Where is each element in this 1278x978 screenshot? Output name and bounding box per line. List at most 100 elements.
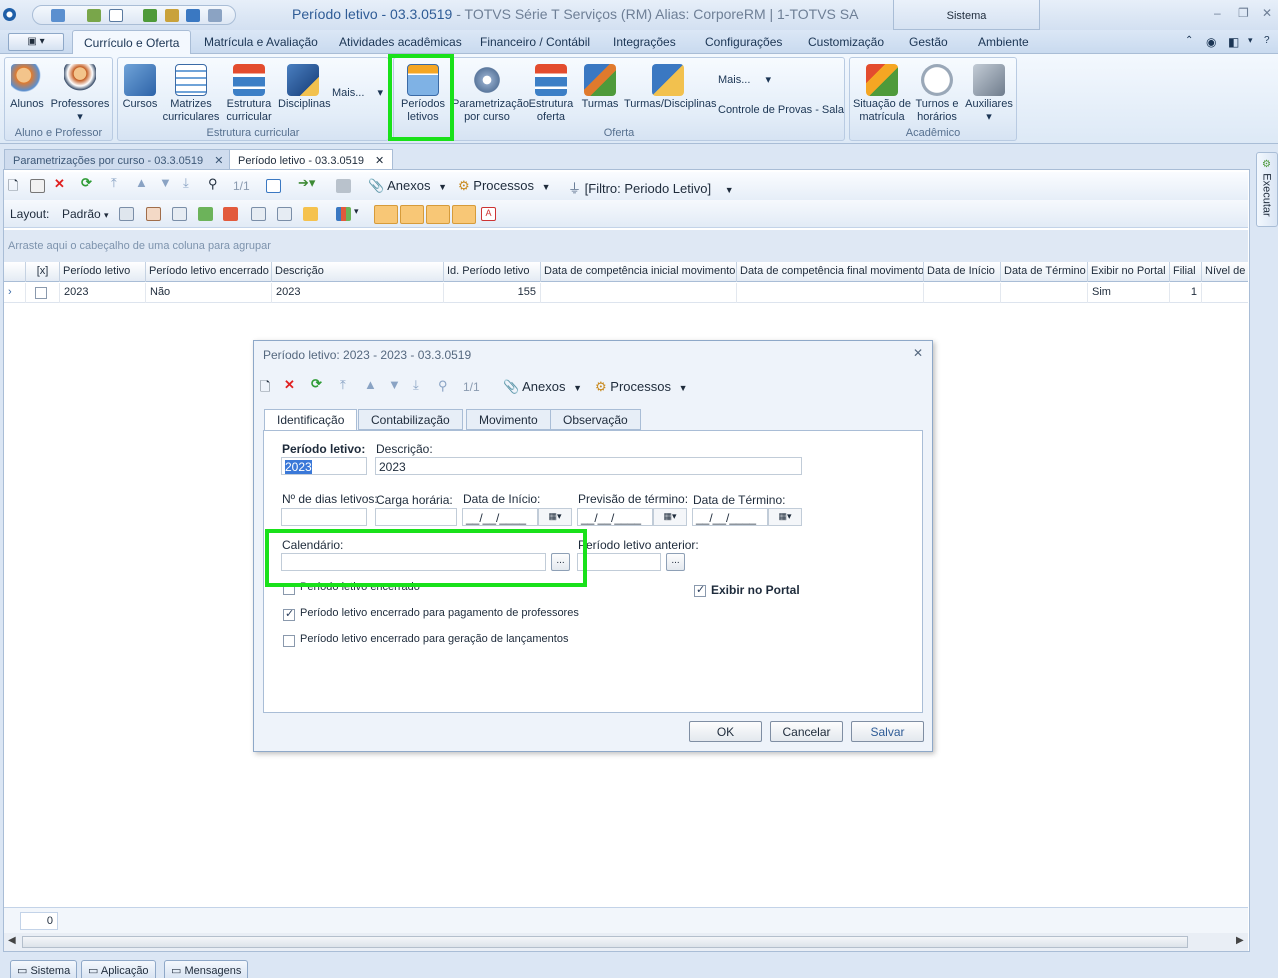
window-icon[interactable]	[109, 9, 123, 22]
previsao-field[interactable]: __/__/____	[577, 508, 653, 526]
layout-columns-icon[interactable]	[172, 207, 187, 221]
doc-tab-parametrizacoes[interactable]: Parametrizações por curso - 03.3.0519 ✕	[4, 149, 233, 171]
first-record-icon[interactable]: ⤒	[111, 175, 117, 191]
periodo-field[interactable]: 2023	[281, 457, 367, 475]
calendar-dropdown-icon[interactable]: ▦▾	[538, 508, 572, 526]
estrutura-oferta-button[interactable]: Estrutura oferta	[526, 64, 576, 124]
executar-panel[interactable]: ⚙ Executar	[1256, 152, 1278, 227]
auxiliares-button[interactable]: Auxiliares ▾	[964, 64, 1014, 124]
layout-export-icon[interactable]	[223, 207, 238, 221]
new-window-icon[interactable]	[87, 9, 101, 22]
mensagens-button[interactable]: ▭ Mensagens	[164, 960, 249, 978]
close-icon[interactable]: ✕	[375, 155, 384, 167]
last-record-icon[interactable]: ⤓	[183, 175, 189, 191]
situacao-matricula-button[interactable]: Situação de matrícula	[852, 64, 912, 124]
tab-observacao[interactable]: Observação	[550, 409, 641, 430]
search-icon[interactable]: ⚲	[208, 176, 218, 192]
estrutura-curricular-button[interactable]: Estrutura curricular	[222, 64, 276, 124]
first-record-icon[interactable]: ⤒	[340, 377, 346, 393]
periodo-anterior-lookup-button[interactable]: ...	[666, 553, 685, 571]
column-data-inicio[interactable]: Data de Início	[924, 262, 1001, 282]
tab-atividades-academicas[interactable]: Atividades acadêmicas	[339, 35, 462, 49]
column-descricao[interactable]: Descrição	[272, 262, 444, 282]
tab-gestao[interactable]: Gestão	[909, 35, 948, 49]
matrizes-button[interactable]: Matrizes curriculares	[162, 64, 220, 124]
app-menu-icon[interactable]: ▣ ▾	[8, 33, 64, 51]
descricao-field[interactable]: 2023	[375, 457, 802, 475]
tab-ambiente[interactable]: Ambiente	[978, 35, 1029, 49]
column-data-termino[interactable]: Data de Término	[1001, 262, 1088, 282]
ok-button[interactable]: OK	[689, 721, 762, 742]
turmas-disciplinas-button[interactable]: Turmas/Disciplinas	[624, 64, 717, 111]
calendar-dropdown-icon[interactable]: ▦▾	[768, 508, 802, 526]
tab-curriculo-oferta[interactable]: Currículo e Oferta	[72, 30, 192, 55]
processos-button[interactable]: ⚙ Processos ▼	[458, 178, 551, 194]
filter-button[interactable]: ⏚ [Filtro: Periodo Letivo] ▼	[568, 178, 734, 197]
turmas-button[interactable]: Turmas	[580, 64, 620, 111]
carga-horaria-field[interactable]	[375, 508, 457, 526]
globe-icon[interactable]	[51, 9, 65, 22]
edit-icon[interactable]	[30, 179, 45, 193]
scroll-right-icon[interactable]: ▶	[1236, 935, 1244, 946]
view-icon-3[interactable]	[426, 205, 450, 224]
mais-oferta-button[interactable]: Mais... ▾	[718, 74, 778, 87]
cancel-button[interactable]: Cancelar	[770, 721, 843, 742]
group-by-area[interactable]: Arraste aqui o cabeçalho de uma coluna p…	[4, 230, 1248, 262]
minimize-icon[interactable]: –	[1214, 6, 1221, 20]
help-icon[interactable]: ?	[1264, 35, 1270, 46]
table-row[interactable]: › 2023 Não 2023 155 Sim 1	[4, 283, 1248, 303]
delete-icon[interactable]: ✕	[284, 377, 295, 393]
tab-integracoes[interactable]: Integrações	[613, 35, 676, 49]
layout-import-icon[interactable]	[198, 207, 213, 221]
scroll-thumb[interactable]	[22, 936, 1188, 948]
new-icon[interactable]: 🗋	[260, 378, 270, 400]
column-competencia-final[interactable]: Data de competência final movimento	[737, 262, 924, 282]
column-encerrado[interactable]: Período letivo encerrado	[146, 262, 272, 282]
close-icon[interactable]: ✕	[1262, 6, 1272, 20]
refresh-icon[interactable]: ⟳	[81, 175, 92, 191]
prev-record-icon[interactable]: ▲	[135, 175, 148, 190]
dropdown-icon[interactable]: ▾	[1248, 35, 1253, 46]
grid-icon[interactable]	[266, 179, 281, 193]
calendar-dropdown-icon[interactable]: ▦▾	[653, 508, 687, 526]
column-nivel[interactable]: Nível de	[1202, 262, 1248, 282]
close-icon[interactable]: ✕	[214, 155, 223, 167]
chevron-down-icon[interactable]: ▾	[354, 206, 359, 217]
column-competencia-inicial[interactable]: Data de competência inicial movimento	[541, 262, 737, 282]
layout-sum-icon[interactable]	[277, 207, 292, 221]
refresh-icon[interactable]: ⟳	[311, 376, 322, 392]
column-id[interactable]: Id. Período letivo	[444, 262, 541, 282]
prev-record-icon[interactable]: ▲	[364, 377, 377, 392]
anexos-button[interactable]: 📎 Anexos ▼	[368, 178, 447, 194]
doc-tab-periodo-letivo[interactable]: Período letivo - 03.3.0519 ✕	[229, 149, 394, 171]
layout-icon[interactable]: ◧	[1228, 35, 1239, 49]
tab-contabilizacao[interactable]: Contabilização	[358, 409, 463, 430]
dialog-anexos-button[interactable]: 📎 Anexos ▼	[503, 379, 582, 395]
app-logo-icon[interactable]	[3, 8, 16, 21]
tab-configuracoes[interactable]: Configurações	[705, 35, 782, 49]
layout-select[interactable]: Padrão ▾	[62, 207, 109, 221]
row-checkbox[interactable]	[35, 287, 47, 299]
scroll-left-icon[interactable]: ◀	[8, 935, 16, 946]
turnos-horarios-button[interactable]: Turnos e horários	[914, 64, 960, 124]
view-icon-2[interactable]	[400, 205, 424, 224]
system-tab[interactable]: Sistema	[893, 0, 1040, 30]
cursos-button[interactable]: Cursos	[120, 64, 160, 111]
professores-button[interactable]: Professores ▾	[49, 64, 111, 124]
aplicacao-button[interactable]: ▭ Aplicação	[81, 960, 156, 978]
search-icon[interactable]: ⚲	[438, 378, 448, 394]
parametrizacao-button[interactable]: Parametrização por curso	[452, 64, 529, 124]
save-button[interactable]: Salvar	[851, 721, 924, 742]
periodo-anterior-field[interactable]	[577, 553, 661, 571]
layout-list-icon[interactable]	[251, 207, 266, 221]
view-icon-1[interactable]	[374, 205, 398, 224]
alunos-button[interactable]: Alunos	[9, 64, 45, 111]
print-icon[interactable]	[336, 179, 351, 193]
report-icon[interactable]: A	[481, 207, 496, 221]
tab-financeiro-contabil[interactable]: Financeiro / Contábil	[480, 35, 590, 49]
mais-estrutura-button[interactable]: Mais... ▾	[332, 87, 386, 100]
column-exibir-portal[interactable]: Exibir no Portal	[1088, 262, 1170, 282]
exibir-portal-checkbox[interactable]	[694, 583, 706, 597]
next-record-icon[interactable]: ▼	[388, 377, 401, 392]
restore-icon[interactable]: ❐	[1238, 6, 1249, 20]
